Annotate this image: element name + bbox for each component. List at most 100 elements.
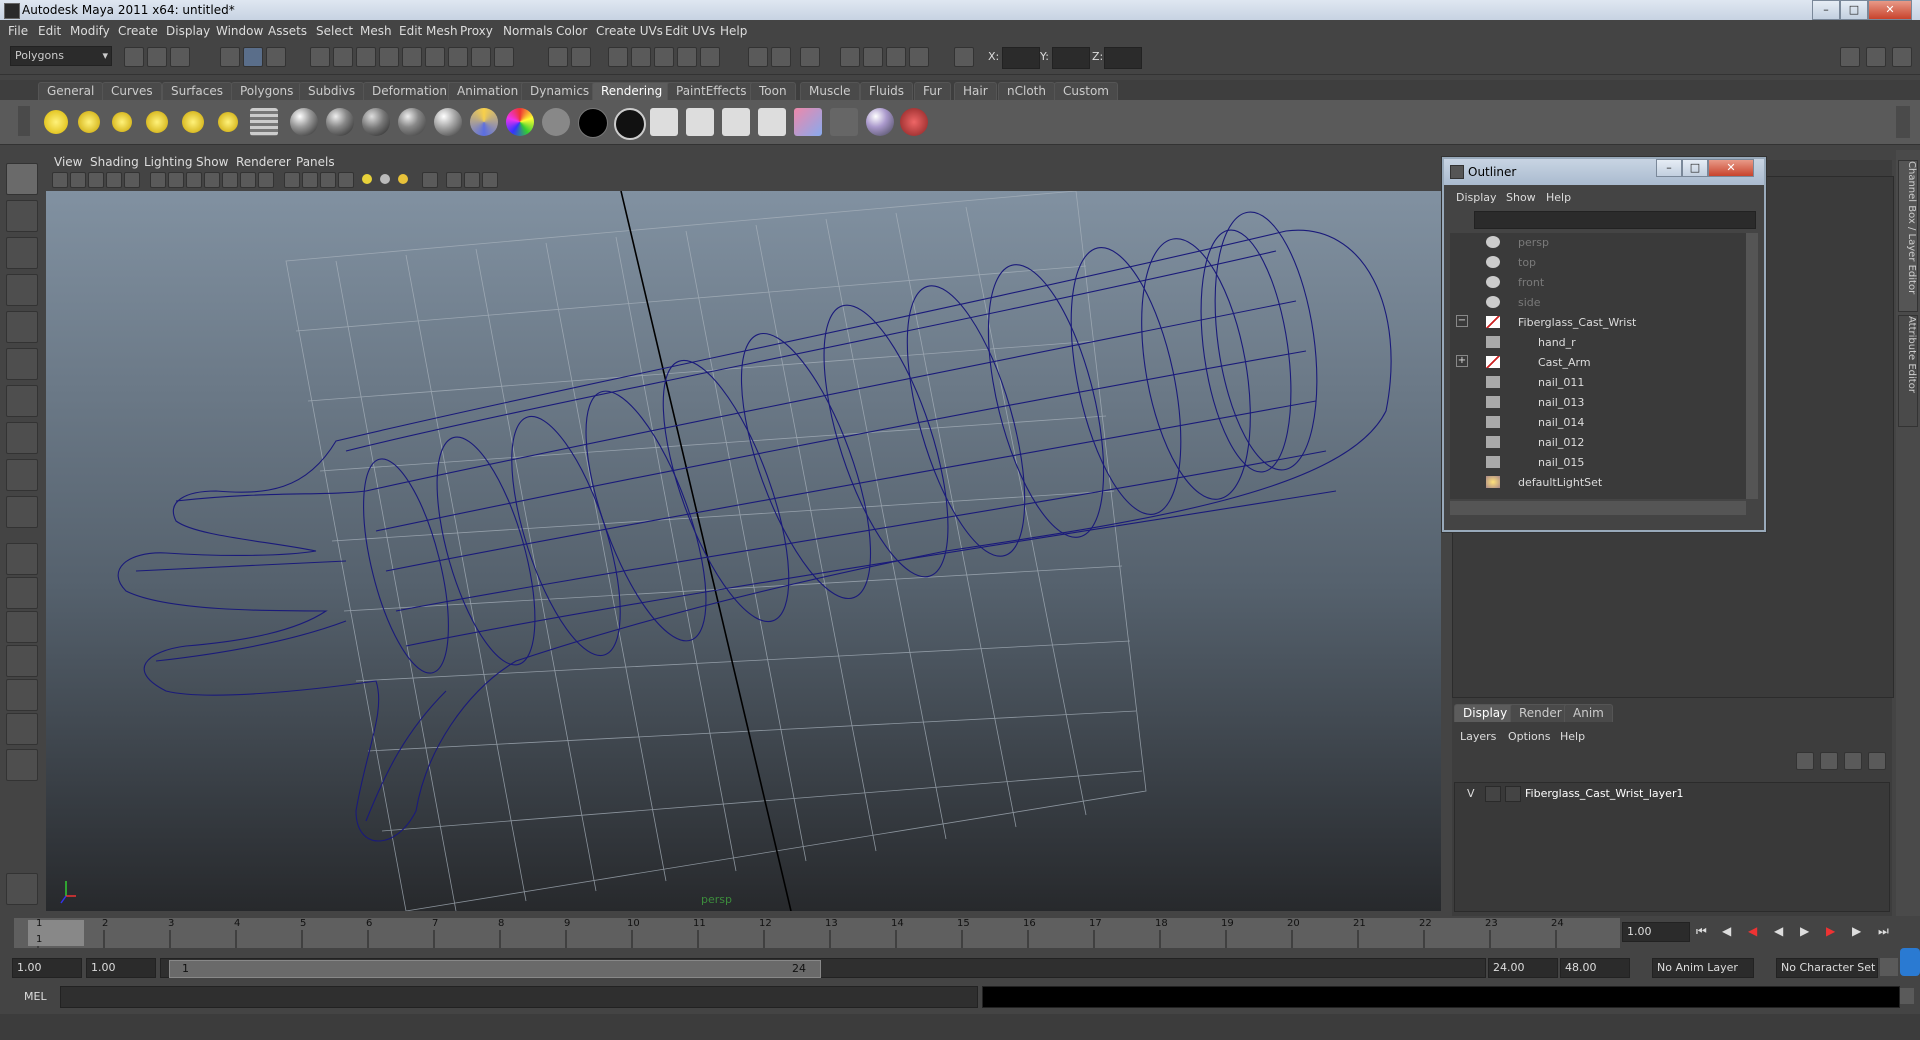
outliner-filter-input[interactable] bbox=[1474, 211, 1756, 229]
hypershade-icon[interactable] bbox=[909, 47, 929, 67]
shelf-menu-icon[interactable] bbox=[18, 106, 30, 136]
outliner-menu-show[interactable]: Show bbox=[1506, 191, 1536, 204]
surface-shader-icon[interactable] bbox=[542, 108, 570, 136]
step-back-key-icon[interactable]: ◀ bbox=[1748, 924, 1757, 938]
command-input[interactable] bbox=[60, 986, 978, 1008]
shelf-tab-polygons[interactable]: Polygons bbox=[231, 82, 303, 100]
four-pane-layout-icon[interactable] bbox=[6, 577, 38, 609]
outliner-close-button[interactable]: ✕ bbox=[1708, 159, 1754, 177]
wireframe-shading-icon[interactable] bbox=[284, 172, 300, 188]
outliner-item-side[interactable]: side bbox=[1450, 293, 1740, 313]
render-globals-icon[interactable] bbox=[886, 47, 906, 67]
menu-assets[interactable]: Assets bbox=[268, 24, 307, 38]
menu-color[interactable]: Color bbox=[556, 24, 587, 38]
layer-row[interactable]: V Fiberglass_Cast_Wrist_layer1 bbox=[1455, 785, 1885, 803]
menu-set-dropdown[interactable]: Polygons ▾ bbox=[10, 46, 112, 66]
menu-edit[interactable]: Edit bbox=[38, 24, 61, 38]
bookmarks-icon[interactable] bbox=[88, 172, 104, 188]
paint-select-tool-icon[interactable] bbox=[6, 237, 38, 269]
last-tool-icon[interactable] bbox=[6, 496, 38, 528]
outliner-horizontal-scrollbar[interactable] bbox=[1450, 501, 1746, 515]
toggle-attribute-editor-icon[interactable] bbox=[1840, 47, 1860, 67]
select-misc-icon[interactable] bbox=[471, 47, 491, 67]
snap-view-plane-icon[interactable] bbox=[677, 47, 697, 67]
snap-point-icon[interactable] bbox=[654, 47, 674, 67]
lock-selection-icon[interactable] bbox=[548, 47, 568, 67]
outliner-minimize-button[interactable]: – bbox=[1656, 159, 1682, 177]
output-ops-icon[interactable] bbox=[771, 47, 791, 67]
blinn-material-icon[interactable] bbox=[290, 108, 318, 136]
menu-file[interactable]: File bbox=[8, 24, 28, 38]
viewport-canvas[interactable]: persp bbox=[46, 191, 1441, 911]
outliner-menu-display[interactable]: Display bbox=[1456, 191, 1497, 204]
go-to-end-icon[interactable]: ⏭ bbox=[1878, 924, 1889, 939]
outliner-maximize-button[interactable]: □ bbox=[1682, 159, 1708, 177]
viewport-menu-lighting[interactable]: Lighting bbox=[144, 155, 193, 169]
input-ops-icon[interactable] bbox=[748, 47, 768, 67]
script-editor-icon[interactable] bbox=[1900, 988, 1914, 1004]
menu-mesh[interactable]: Mesh bbox=[360, 24, 392, 38]
shelf-tab-general[interactable]: General bbox=[38, 82, 104, 100]
range-slider-handle[interactable]: 1 24 bbox=[169, 960, 821, 978]
go-to-start-icon[interactable]: ⏮ bbox=[1696, 924, 1707, 939]
menu-normals[interactable]: Normals bbox=[503, 24, 553, 38]
menu-create-uvs[interactable]: Create UVs bbox=[596, 24, 663, 38]
select-hierarchy-icon[interactable] bbox=[220, 47, 240, 67]
select-camera-icon[interactable] bbox=[52, 172, 68, 188]
menu-edit-uvs[interactable]: Edit UVs bbox=[665, 24, 715, 38]
two-d-pan-zoom-icon[interactable] bbox=[124, 172, 140, 188]
select-object-icon[interactable] bbox=[243, 47, 263, 67]
play-forwards-icon[interactable]: ▶ bbox=[1800, 924, 1809, 938]
outliner-persp-layout-icon[interactable] bbox=[6, 611, 38, 643]
snap-curve-icon[interactable] bbox=[631, 47, 651, 67]
select-rendering-icon[interactable] bbox=[448, 47, 468, 67]
layered-shader-icon[interactable] bbox=[470, 108, 498, 136]
persp-viewport[interactable]: View Shading Lighting Show Renderer Pane… bbox=[46, 153, 1441, 911]
side-tab-channel-box[interactable]: Channel Box / Layer Editor bbox=[1898, 160, 1918, 312]
shelf-tab-rendering[interactable]: Rendering bbox=[592, 82, 672, 100]
layout-more-icon[interactable] bbox=[6, 749, 38, 781]
layer-tab-render[interactable]: Render bbox=[1510, 704, 1571, 722]
collapse-toggle[interactable]: − bbox=[1456, 315, 1468, 327]
create-layer-from-selection-icon[interactable] bbox=[1868, 752, 1886, 770]
grid-toggle-icon[interactable] bbox=[150, 172, 166, 188]
shelf-tab-custom[interactable]: Custom bbox=[1054, 82, 1118, 100]
y-field[interactable] bbox=[1052, 47, 1090, 69]
scale-tool-icon[interactable] bbox=[6, 348, 38, 380]
paint-brush-icon[interactable] bbox=[900, 108, 928, 136]
spot-light-icon[interactable] bbox=[146, 111, 168, 133]
ramp-shader-icon[interactable] bbox=[506, 108, 534, 136]
gate-mask-icon[interactable] bbox=[204, 172, 220, 188]
shelf-tab-surfaces[interactable]: Surfaces bbox=[162, 82, 232, 100]
shelf-tab-ncloth[interactable]: nCloth bbox=[998, 82, 1055, 100]
menu-modify[interactable]: Modify bbox=[70, 24, 110, 38]
construction-history-icon[interactable] bbox=[800, 47, 820, 67]
hypershade-shelf-icon[interactable] bbox=[794, 108, 822, 136]
use-background-icon[interactable] bbox=[578, 108, 608, 138]
outliner-item-default-light-set[interactable]: defaultLightSet bbox=[1450, 473, 1740, 493]
viewport-menu-renderer[interactable]: Renderer bbox=[236, 155, 291, 169]
use-default-lighting-icon[interactable] bbox=[362, 174, 372, 184]
point-light-icon[interactable] bbox=[112, 112, 132, 132]
toggle-tool-settings-icon[interactable] bbox=[1866, 47, 1886, 67]
shelf-tab-curves[interactable]: Curves bbox=[102, 82, 162, 100]
phonge-material-icon[interactable] bbox=[398, 108, 426, 136]
command-language-label[interactable]: MEL bbox=[24, 990, 47, 1003]
outliner-item-fiberglass-cast-wrist[interactable]: − Fiberglass_Cast_Wrist bbox=[1450, 313, 1740, 333]
preferences-icon[interactable] bbox=[1900, 948, 1920, 976]
outliner-item-nail-013[interactable]: nail_013 bbox=[1450, 393, 1740, 413]
lasso-tool-icon[interactable] bbox=[6, 200, 38, 232]
select-dynamic-icon[interactable] bbox=[425, 47, 445, 67]
use-all-lights-icon[interactable] bbox=[380, 174, 390, 184]
anisotropic-material-icon[interactable] bbox=[434, 108, 462, 136]
absolute-transform-icon[interactable] bbox=[954, 47, 974, 67]
smooth-shading-icon[interactable] bbox=[302, 172, 318, 188]
textured-icon[interactable] bbox=[338, 172, 354, 188]
highlight-selection-icon[interactable] bbox=[571, 47, 591, 67]
menu-select[interactable]: Select bbox=[316, 24, 353, 38]
auto-key-icon[interactable] bbox=[1880, 958, 1898, 976]
phong-material-icon[interactable] bbox=[362, 108, 390, 136]
layer-tab-display[interactable]: Display bbox=[1454, 704, 1517, 722]
animation-start-field[interactable]: 1.00 bbox=[86, 958, 156, 978]
shelf-tab-toon[interactable]: Toon bbox=[750, 82, 796, 100]
